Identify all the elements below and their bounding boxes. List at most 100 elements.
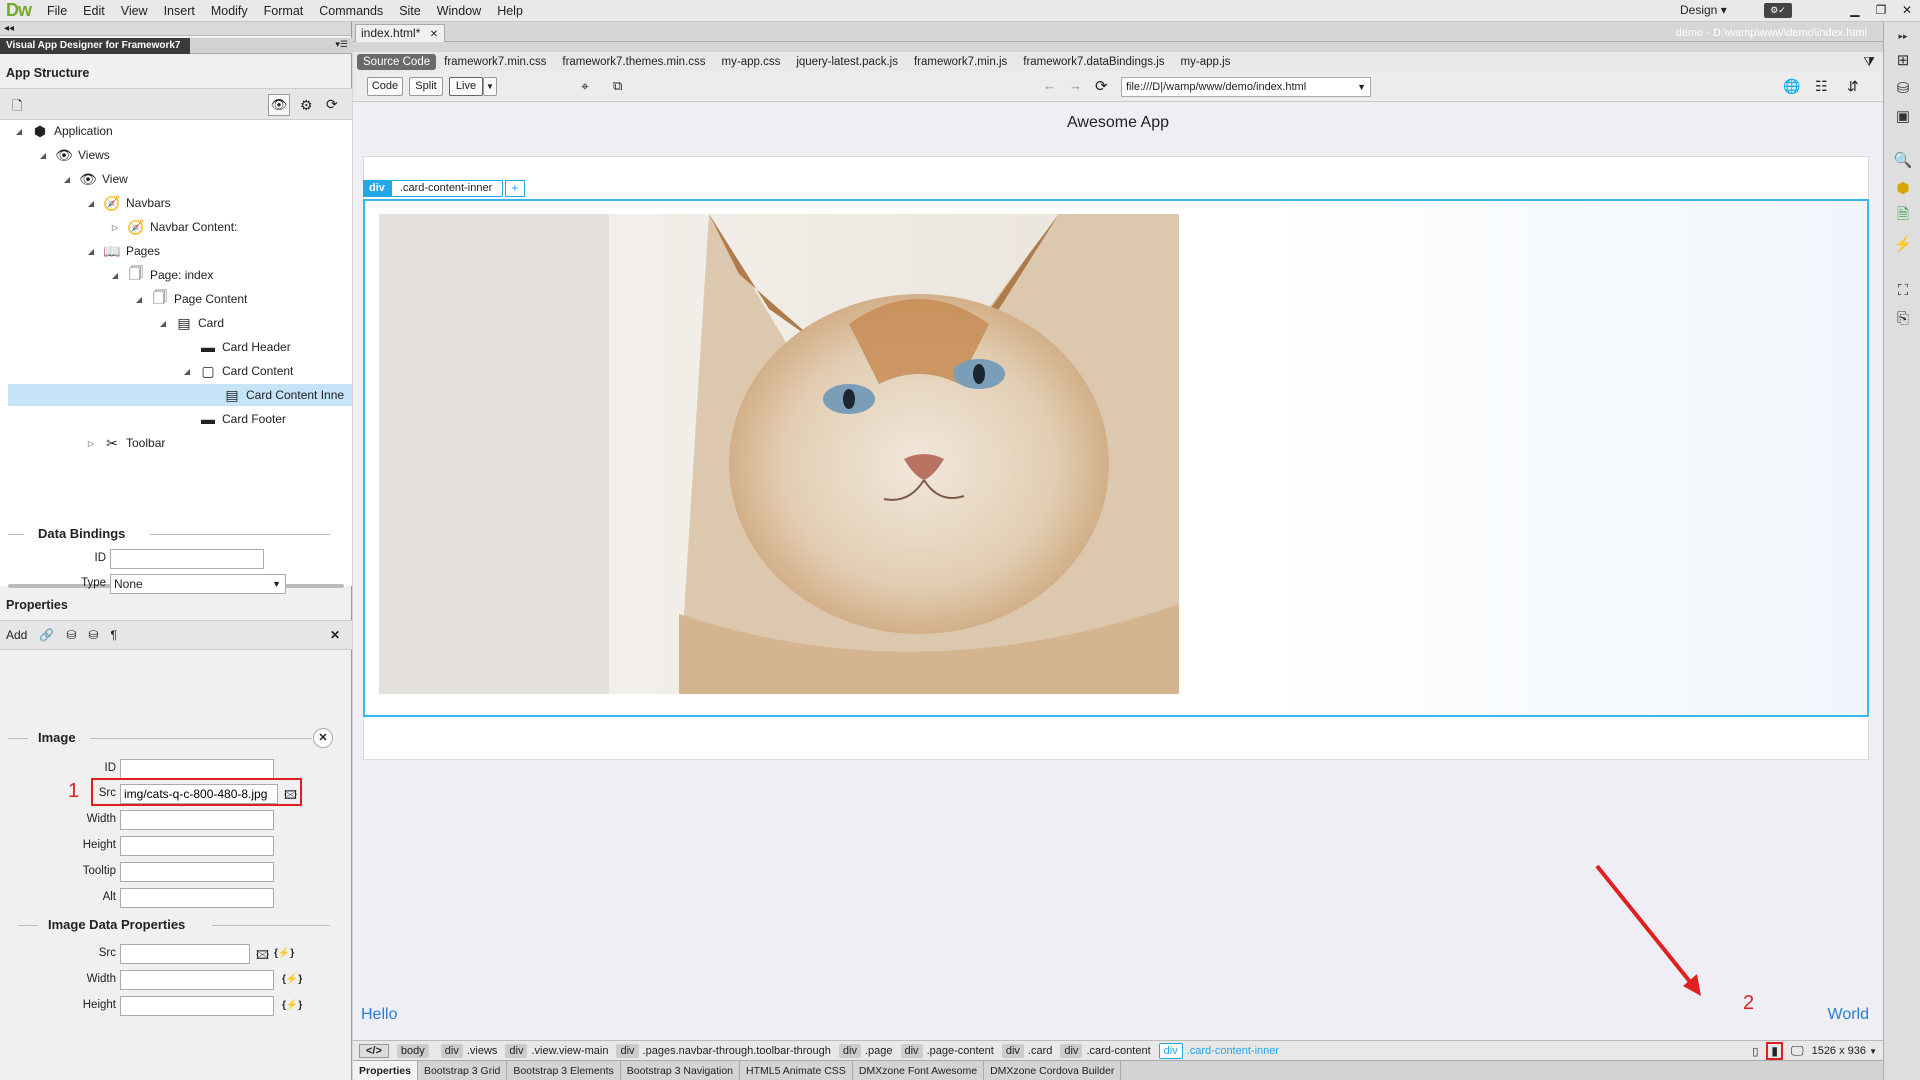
menu-window[interactable]: Window: [429, 4, 489, 18]
tree-node-card[interactable]: ◢ ▤ Card: [158, 312, 224, 334]
expand-triangle-icon[interactable]: ◢: [134, 295, 144, 304]
window-size-dropdown[interactable]: 1526 x 936 ▼: [1812, 1045, 1877, 1057]
globe-icon[interactable]: 🌐: [1783, 78, 1800, 95]
dynamic-data-icon[interactable]: {⚡}: [282, 1000, 302, 1011]
databases-icon[interactable]: ⛁: [1893, 78, 1913, 98]
tab-bootstrap-elements[interactable]: Bootstrap 3 Elements: [507, 1060, 621, 1080]
close-properties-icon[interactable]: ✕: [330, 628, 340, 642]
tab-cordova-builder[interactable]: DMXzone Cordova Builder: [984, 1060, 1122, 1080]
binding-icon[interactable]: ⛁: [66, 628, 76, 642]
paragraph-icon[interactable]: ¶: [110, 628, 116, 642]
binding-alt-icon[interactable]: ⛁: [88, 628, 98, 642]
tab-animate-css[interactable]: HTML5 Animate CSS: [740, 1060, 853, 1080]
plugin-tab[interactable]: Visual App Designer for Framework7: [0, 38, 190, 54]
back-arrow-icon[interactable]: ←: [1043, 78, 1056, 93]
expand-triangle-icon[interactable]: ◢: [86, 247, 96, 256]
tree-node-views[interactable]: ◢ 👁 Views: [38, 144, 110, 166]
refresh-icon[interactable]: ⟳: [326, 96, 338, 113]
insert-panel-icon[interactable]: ⊞: [1893, 50, 1913, 70]
tree-node-card-content-inner[interactable]: ▤ Card Content Inne: [8, 384, 352, 406]
image-data-src-input[interactable]: [120, 944, 250, 964]
image-data-width-input[interactable]: [120, 970, 274, 990]
desktop-size-icon[interactable]: 🖵: [1791, 1043, 1804, 1059]
behaviors-icon[interactable]: ⚡: [1893, 234, 1913, 254]
split-view-button[interactable]: Split: [409, 77, 443, 96]
tab-bootstrap-navigation[interactable]: Bootstrap 3 Navigation: [621, 1060, 741, 1080]
tree-node-card-footer[interactable]: ▬ Card Footer: [198, 408, 286, 430]
code-navigator-button[interactable]: </>: [359, 1043, 389, 1058]
expand-triangle-icon[interactable]: ◢: [86, 199, 96, 208]
workspace-switcher[interactable]: Design ▾: [1680, 3, 1727, 17]
tag-crumb-active[interactable]: div .card-content-inner: [1158, 1042, 1279, 1059]
dynamic-data-icon[interactable]: {⚡}: [282, 974, 302, 985]
image-width-input[interactable]: [120, 810, 274, 830]
collapse-arrows-icon[interactable]: ◂◂: [4, 23, 14, 34]
related-file[interactable]: my-app.css: [714, 56, 789, 68]
live-view-button[interactable]: Live: [449, 77, 483, 96]
menu-format[interactable]: Format: [256, 4, 312, 18]
toolbar-link-hello[interactable]: Hello: [361, 1006, 397, 1024]
tag-crumb[interactable]: div .views: [440, 1043, 497, 1058]
image-height-input[interactable]: [120, 836, 274, 856]
image-tooltip-input[interactable]: [120, 862, 274, 882]
tree-node-card-header[interactable]: ▬ Card Header: [198, 336, 291, 358]
related-file[interactable]: framework7.themes.min.css: [554, 56, 713, 68]
address-field[interactable]: file:///D|/wamp/www/demo/index.html ▼: [1121, 77, 1371, 97]
browse-image-icon[interactable]: 🖾: [256, 946, 269, 967]
tag-crumb[interactable]: div .card-content: [1060, 1043, 1151, 1058]
tree-node-view[interactable]: ◢ 👁 View: [62, 168, 128, 190]
site-map-icon[interactable]: ⛶: [1893, 280, 1913, 300]
tag-crumb[interactable]: div .view.view-main: [505, 1043, 608, 1058]
expand-triangle-icon[interactable]: ◢: [182, 367, 192, 376]
tab-font-awesome[interactable]: DMXzone Font Awesome: [853, 1060, 985, 1080]
tab-bootstrap-grid[interactable]: Bootstrap 3 Grid: [418, 1060, 508, 1080]
files-icon[interactable]: 🗎: [1893, 206, 1913, 226]
related-file-source-code[interactable]: Source Code: [357, 53, 437, 70]
expand-arrows-icon[interactable]: ▸▸: [1893, 26, 1913, 46]
filter-icon[interactable]: ⧩: [1863, 54, 1875, 70]
assets-icon[interactable]: ▣: [1893, 106, 1913, 126]
element-tag-badge[interactable]: div .card-content-inner +: [363, 180, 525, 197]
live-dropdown-button[interactable]: ▼: [483, 77, 497, 96]
inspect-icon[interactable]: ⌖: [581, 78, 589, 95]
link-icon[interactable]: 🔗: [39, 628, 54, 642]
code-view-button[interactable]: Code: [367, 77, 403, 96]
tag-crumb[interactable]: body: [396, 1043, 433, 1058]
gear-icon[interactable]: ⚙: [300, 97, 313, 114]
eye-toggle-icon[interactable]: 👁: [268, 94, 290, 116]
sync-settings-icon[interactable]: ⚙✓: [1764, 3, 1792, 18]
menu-insert[interactable]: Insert: [156, 4, 203, 18]
menu-modify[interactable]: Modify: [203, 4, 256, 18]
tree-node-application[interactable]: ◢ ⬢ Application: [14, 120, 113, 142]
image-id-input[interactable]: [120, 759, 274, 779]
panel-collapse-strip[interactable]: ◂◂: [0, 22, 351, 36]
menu-help[interactable]: Help: [489, 4, 531, 18]
sync-arrows-icon[interactable]: ⇵: [1847, 78, 1859, 95]
related-file[interactable]: framework7.min.js: [906, 56, 1015, 68]
menu-view[interactable]: View: [113, 4, 156, 18]
remove-section-icon[interactable]: ✕: [313, 728, 333, 748]
collapsed-triangle-icon[interactable]: ▷: [86, 439, 96, 448]
minimize-icon[interactable]: ▁: [1842, 0, 1868, 20]
image-data-height-input[interactable]: [120, 996, 274, 1016]
related-file[interactable]: framework7.min.css: [436, 56, 554, 68]
panel-menu-icon[interactable]: ▾☰: [335, 39, 348, 50]
expand-triangle-icon[interactable]: ◢: [38, 151, 48, 160]
tree-node-card-content[interactable]: ◢ ▢ Card Content: [182, 360, 293, 382]
tab-properties[interactable]: Properties: [353, 1060, 418, 1080]
tree-node-navbars[interactable]: ◢ 🧭 Navbars: [86, 192, 171, 214]
file-management-icon[interactable]: ☷: [1815, 78, 1828, 95]
close-tab-icon[interactable]: ✕: [430, 29, 438, 40]
refresh-icon[interactable]: ⟳: [1095, 77, 1108, 95]
expand-triangle-icon[interactable]: ◢: [158, 319, 168, 328]
menu-edit[interactable]: Edit: [75, 4, 113, 18]
menu-file[interactable]: File: [39, 4, 75, 18]
preview-icon[interactable]: ⧉: [613, 78, 622, 94]
tag-badge-class[interactable]: .card-content-inner: [390, 180, 503, 197]
menu-site[interactable]: Site: [391, 4, 429, 18]
dynamic-data-icon[interactable]: {⚡}: [274, 948, 294, 959]
expand-triangle-icon[interactable]: ◢: [110, 271, 120, 280]
menu-commands[interactable]: Commands: [311, 4, 391, 18]
restore-icon[interactable]: ❐: [1868, 0, 1894, 20]
snippets-icon[interactable]: ⬢: [1893, 178, 1913, 198]
